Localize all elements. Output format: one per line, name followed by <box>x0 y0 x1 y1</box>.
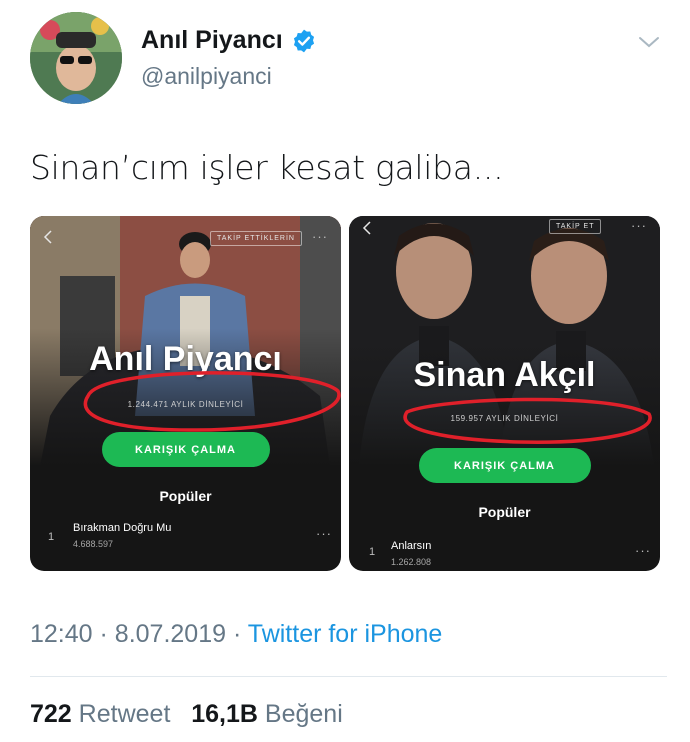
verified-badge-icon <box>293 29 314 52</box>
track-plays: 1.262.808 <box>391 557 432 567</box>
track-more-icon[interactable]: ··· <box>635 543 651 558</box>
shuffle-play-button[interactable]: KARIŞIK ÇALMA <box>101 432 270 467</box>
track-title[interactable]: Bırakman Doğru Mu <box>73 522 171 534</box>
more-dots-icon[interactable]: ··· <box>312 229 328 244</box>
track-number: 1 <box>48 531 55 543</box>
media-image-left[interactable]: TAKİP ETTİKLERİN ··· Anıl Piyancı 1.244.… <box>30 216 341 571</box>
retweets-count: 722 <box>30 700 72 728</box>
tweet-source-link[interactable]: Twitter for iPhone <box>248 620 443 648</box>
track-title[interactable]: Anlarsın <box>391 540 431 552</box>
likes-count: 16,1B <box>191 700 258 728</box>
retweets-stat[interactable]: 722 Retweet <box>30 700 170 728</box>
avatar[interactable] <box>30 12 122 104</box>
shuffle-play-button[interactable]: KARIŞIK ÇALMA <box>418 448 591 483</box>
track-plays: 4.688.597 <box>73 539 114 549</box>
artist-name: Sinan Akçıl <box>413 356 596 394</box>
display-name[interactable]: Anıl Piyancı <box>141 26 283 55</box>
likes-stat[interactable]: 16,1B Beğeni <box>191 700 343 728</box>
back-arrow-icon[interactable] <box>42 230 54 244</box>
tweet-header: Anıl Piyancı @anilpiyanci <box>30 10 670 104</box>
user-handle[interactable]: @anilpiyanci <box>141 63 272 90</box>
monthly-listeners: 1.244.471 AYLIK DİNLEYİCİ <box>127 400 244 409</box>
more-dots-icon[interactable]: ··· <box>631 218 647 233</box>
avatar-image <box>30 12 122 104</box>
back-arrow-icon[interactable] <box>361 221 373 235</box>
popular-heading: Popüler <box>159 488 212 504</box>
track-more-icon[interactable]: ··· <box>316 526 332 541</box>
divider <box>30 676 667 677</box>
artist-name: Anıl Piyancı <box>89 340 282 378</box>
follow-button[interactable]: TAKİP ET <box>549 219 602 234</box>
artist-photo <box>349 216 660 466</box>
name-row: Anıl Piyancı <box>141 26 317 55</box>
media-image-right[interactable]: TAKİP ET ··· Sinan Akçıl 159.957 AYLIK D… <box>349 216 660 571</box>
tweet-date[interactable]: 8.07.2019 <box>115 620 226 648</box>
tweet-meta: 12:40 · 8.07.2019 · Twitter for iPhone <box>30 620 442 649</box>
follow-button[interactable]: TAKİP ETTİKLERİN <box>210 231 302 246</box>
chevron-down-icon[interactable] <box>638 34 660 50</box>
retweets-label: Retweet <box>78 700 171 728</box>
popular-heading: Popüler <box>478 504 531 520</box>
likes-label: Beğeni <box>264 700 343 728</box>
track-number: 1 <box>369 546 376 558</box>
tweet-text: Sinan’cım işler kesat galiba... <box>30 148 504 187</box>
monthly-listeners: 159.957 AYLIK DİNLEYİCİ <box>450 414 559 423</box>
tweet-time[interactable]: 12:40 <box>30 620 93 648</box>
tweet-stats: 722 Retweet 16,1B Beğeni <box>30 700 343 729</box>
meta-separator: · <box>232 620 242 648</box>
meta-separator: · <box>99 620 108 648</box>
